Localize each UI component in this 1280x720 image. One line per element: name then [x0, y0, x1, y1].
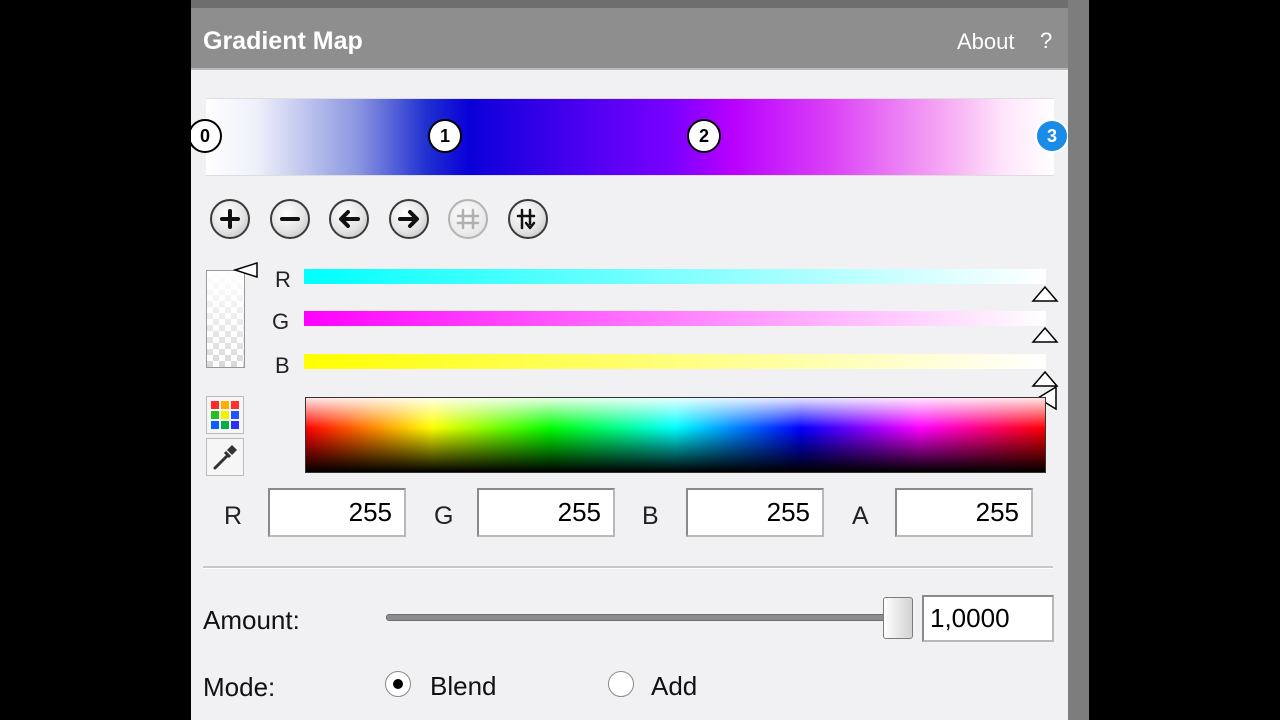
radio-selected-dot — [393, 679, 403, 689]
move-stop-right-button[interactable] — [389, 199, 429, 239]
channel-r-slider-arrow-icon[interactable] — [1031, 285, 1059, 303]
help-icon[interactable]: ? — [1040, 28, 1052, 54]
section-divider — [203, 566, 1053, 569]
alpha-preview-swatch — [206, 270, 245, 368]
arrow-right-icon — [398, 210, 419, 228]
channel-g-bar[interactable] — [304, 311, 1046, 326]
gradient-stop-2[interactable]: 2 — [687, 119, 721, 153]
minus-icon — [280, 217, 300, 221]
blue-value-input[interactable] — [686, 488, 824, 537]
channel-r-bar[interactable] — [304, 269, 1046, 284]
value-g-label: G — [434, 502, 454, 530]
eyedropper-icon — [213, 445, 237, 470]
value-b-label: B — [642, 502, 659, 530]
panel-title: Gradient Map — [203, 27, 363, 55]
about-link[interactable]: About — [957, 29, 1015, 55]
title-bar: Gradient Map About ? — [191, 8, 1068, 70]
mode-add-radio[interactable] — [608, 671, 634, 697]
panel-top-border — [191, 0, 1089, 8]
channel-g-slider-arrow-icon[interactable] — [1031, 326, 1059, 344]
channel-g-label: G — [272, 309, 290, 334]
distribute-stops-button[interactable] — [448, 199, 488, 239]
gradient-stop-3[interactable]: 3 — [1035, 119, 1068, 153]
amount-label: Amount: — [203, 605, 300, 635]
gradient-preview-bar[interactable]: 0 1 2 3 — [191, 98, 1068, 176]
palette-icon — [211, 401, 239, 429]
mode-blend-radio[interactable] — [385, 671, 411, 697]
channel-b-bar[interactable] — [304, 354, 1046, 369]
palette-button[interactable] — [206, 396, 244, 434]
panel-right-border — [1068, 0, 1089, 720]
amount-slider-track[interactable] — [386, 614, 908, 621]
channel-r-label: R — [275, 267, 291, 292]
green-value-input[interactable] — [477, 488, 615, 537]
add-stop-button[interactable] — [210, 199, 250, 239]
gradient-map-panel: Gradient Map About ? 0 1 2 3 R G B R 255… — [191, 8, 1068, 720]
alpha-slider-arrow-icon[interactable] — [233, 261, 261, 279]
channel-b-label: B — [275, 353, 290, 378]
red-value-input[interactable] — [268, 488, 406, 537]
mode-blend-label[interactable]: Blend — [430, 671, 497, 702]
reverse-icon — [516, 208, 536, 230]
distribute-icon — [456, 208, 480, 230]
plus-icon — [220, 209, 240, 229]
gradient-stop-0[interactable]: 0 — [191, 119, 222, 153]
eyedropper-button[interactable] — [206, 438, 244, 476]
mode-add-label[interactable]: Add — [651, 671, 697, 702]
amount-slider-thumb[interactable] — [883, 597, 913, 639]
remove-stop-button[interactable] — [270, 199, 310, 239]
reverse-gradient-button[interactable] — [508, 199, 548, 239]
gradient-stop-1[interactable]: 1 — [428, 119, 462, 153]
color-spectrum[interactable] — [305, 397, 1046, 473]
arrow-left-icon — [339, 210, 360, 228]
alpha-value-input[interactable] — [895, 488, 1033, 537]
value-a-label: A — [852, 502, 869, 530]
value-r-label: R — [224, 502, 243, 530]
move-stop-left-button[interactable] — [329, 199, 369, 239]
mode-label: Mode: — [203, 672, 276, 702]
amount-input[interactable] — [922, 595, 1054, 642]
